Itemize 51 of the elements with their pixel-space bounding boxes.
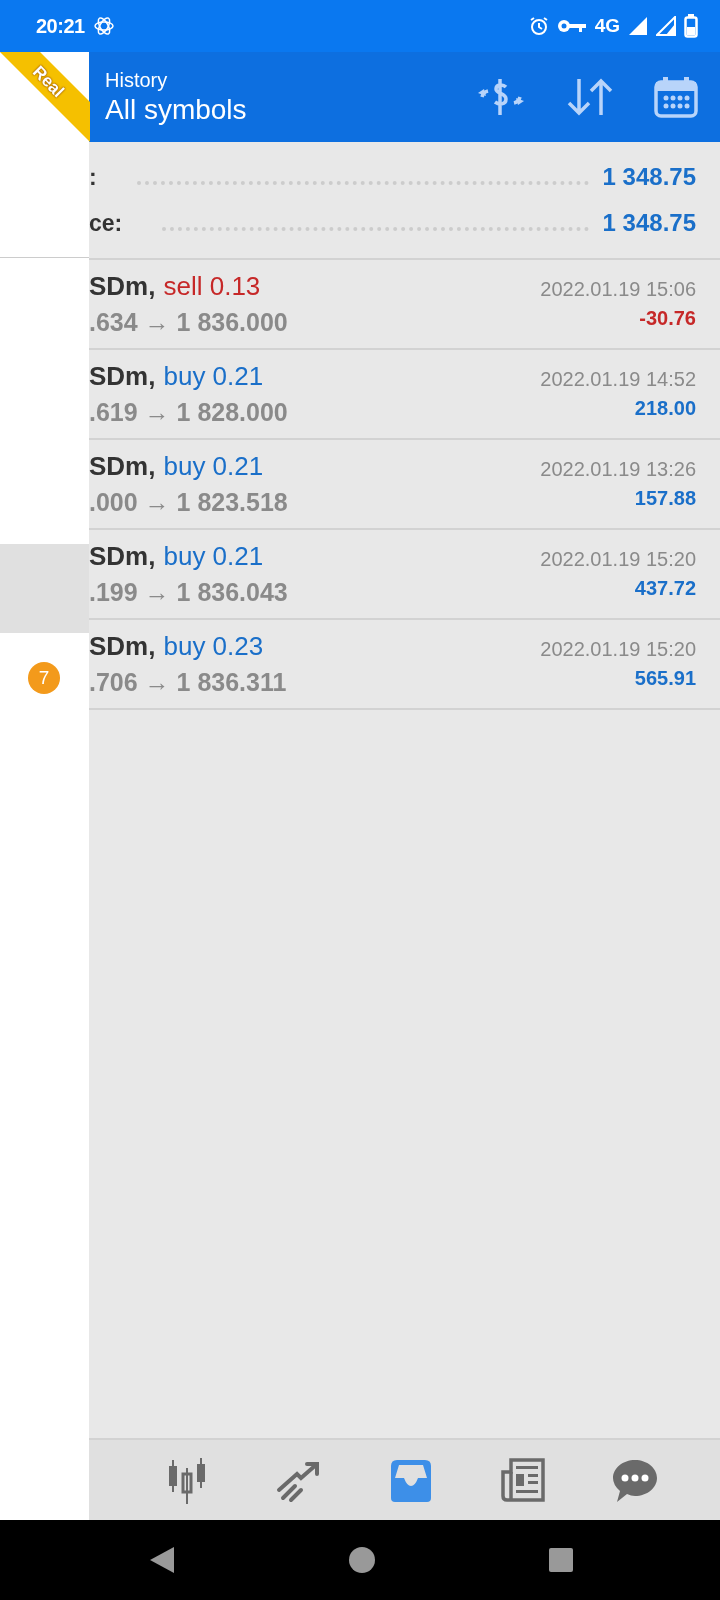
deal-order: buy 0.21 (163, 361, 264, 392)
deal-profit: -30.76 (639, 307, 696, 330)
deal-order: sell 0.13 (163, 271, 261, 302)
deal-prices: .634 → 1 836.000 (89, 308, 288, 337)
deal-symbol: SDm, (89, 271, 156, 302)
deal-symbol: SDm, (89, 631, 156, 662)
calendar-icon[interactable] (654, 76, 698, 118)
deal-order: buy 0.23 (163, 631, 264, 662)
summary-label: ce: (89, 209, 123, 237)
deal-symbol: SDm, (89, 361, 156, 392)
clock-time: 20:21 (36, 14, 85, 38)
deal-prices: .199 → 1 836.043 (89, 578, 288, 607)
count-badge: 7 (28, 661, 60, 694)
alarm-icon (528, 16, 549, 36)
deal-row[interactable]: SDm, buy 0.23 .706 → 1 836.311 2022.01.19 15:20 565.91 (89, 620, 720, 710)
summary-value: 1 348.75 (602, 163, 696, 191)
deal-row[interactable]: SDm, sell 0.13 .634 → 1 836.000 2022.01.19 15:06 -30.76 (89, 260, 720, 350)
home-icon[interactable] (348, 1546, 376, 1574)
summary-value: 1 348.75 (602, 209, 696, 237)
sort-icon[interactable] (566, 77, 614, 117)
deal-row[interactable]: SDm, buy 0.21 .619 → 1 828.000 2022.01.19 14:52 218.00 (89, 350, 720, 440)
battery-icon (684, 14, 698, 38)
deal-profit: 157.88 (634, 487, 696, 510)
key-icon (556, 18, 587, 34)
deal-profit: 437.72 (634, 577, 696, 600)
deal-time: 2022.01.19 14:52 (540, 368, 696, 391)
deal-prices: .706 → 1 836.311 (89, 668, 287, 697)
currency-exchange-icon[interactable] (476, 77, 526, 117)
screen-subtitle: History (105, 68, 169, 92)
recents-icon[interactable] (548, 1547, 574, 1573)
newspaper-icon[interactable] (499, 1456, 547, 1504)
deal-order: buy 0.21 (163, 541, 264, 572)
screen-title: All symbols (105, 93, 247, 126)
deal-row[interactable]: SDm, buy 0.21 .199 → 1 836.043 2022.01.19 15:20 437.72 (89, 530, 720, 620)
network-type: 4G (594, 15, 620, 37)
deal-time: 2022.01.19 15:20 (540, 638, 696, 661)
deal-time: 2022.01.19 15:20 (540, 548, 696, 571)
deal-time: 2022.01.19 13:26 (540, 458, 696, 481)
deal-row[interactable]: SDm, buy 0.21 .000 → 1 823.518 2022.01.19 13:26 157.88 (89, 440, 720, 530)
signal-icon (656, 16, 676, 36)
deal-profit: 565.91 (634, 667, 696, 690)
deal-prices: .619 → 1 828.000 (89, 398, 288, 427)
summary-label: : (89, 163, 97, 191)
deal-symbol: SDm, (89, 451, 156, 482)
deal-order: buy 0.21 (163, 451, 264, 482)
signal-icon (628, 16, 648, 36)
deal-prices: .000 → 1 823.518 (89, 488, 288, 517)
deal-time: 2022.01.19 15:06 (540, 278, 696, 301)
deal-profit: 218.00 (634, 397, 696, 420)
deal-symbol: SDm, (89, 541, 156, 572)
atom-icon (92, 15, 115, 37)
